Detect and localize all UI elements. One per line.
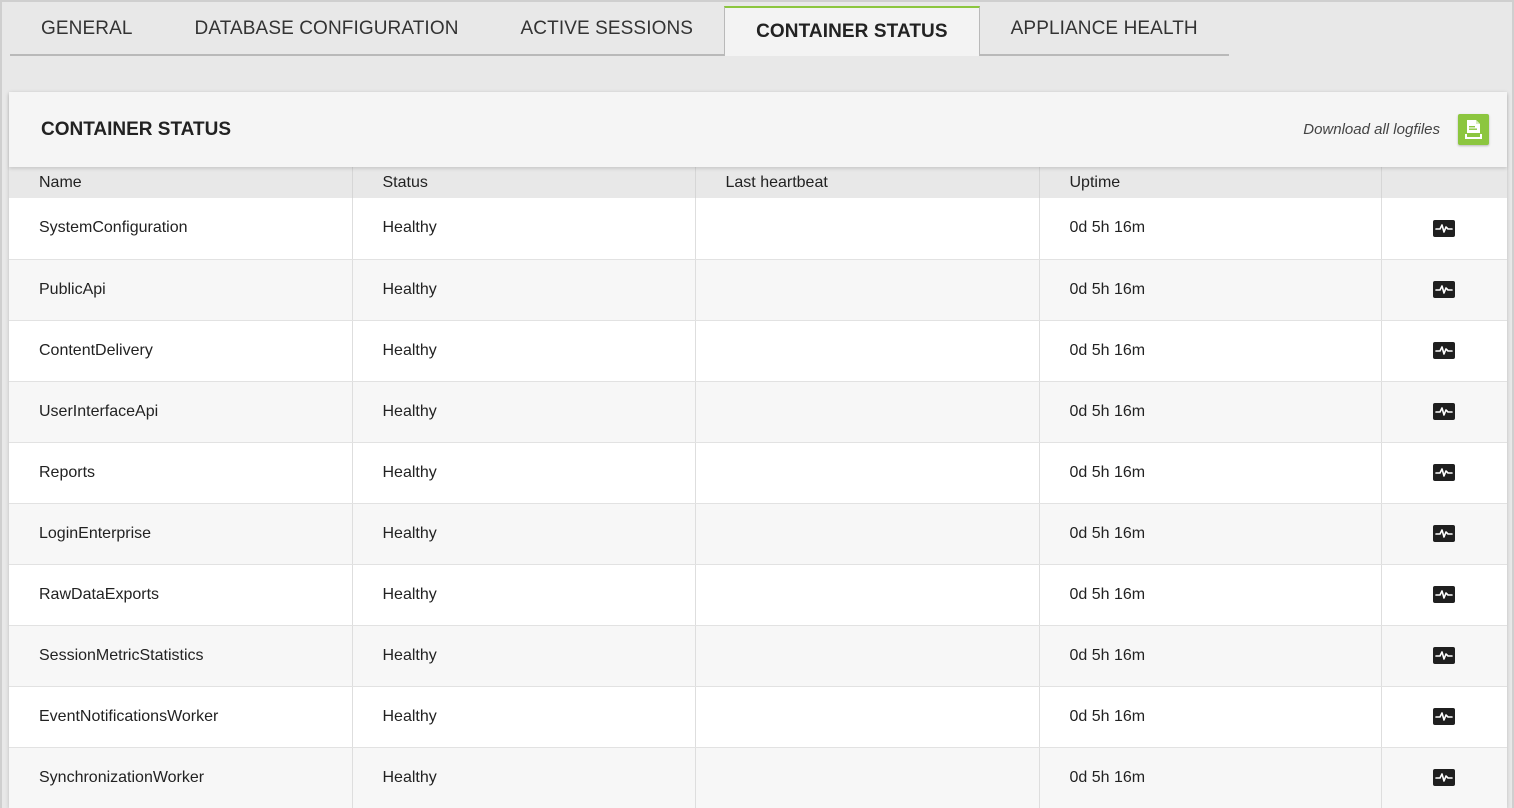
heartbeat-icon[interactable] xyxy=(1433,463,1456,481)
row-actions xyxy=(1381,564,1507,626)
container-status: Healthy xyxy=(352,259,696,321)
container-last-heartbeat xyxy=(695,259,1040,321)
container-name: SystemConfiguration xyxy=(9,198,353,260)
container-last-heartbeat xyxy=(695,381,1040,443)
container-status: Healthy xyxy=(352,503,696,565)
container-uptime: 0d 5h 16m xyxy=(1039,503,1382,565)
heartbeat-icon[interactable] xyxy=(1433,768,1456,786)
heartbeat-icon[interactable] xyxy=(1433,341,1456,359)
container-uptime: 0d 5h 16m xyxy=(1039,320,1382,382)
table-row: Reports Healthy 0d 5h 16m xyxy=(9,442,1507,504)
table-row: UserInterfaceApi Healthy 0d 5h 16m xyxy=(9,381,1507,443)
row-actions xyxy=(1381,625,1507,687)
row-actions xyxy=(1381,198,1507,260)
container-uptime: 0d 5h 16m xyxy=(1039,442,1382,504)
download-file-icon xyxy=(1465,120,1482,139)
container-status: Healthy xyxy=(352,564,696,626)
column-header-name[interactable]: Name xyxy=(9,167,353,198)
container-status: Healthy xyxy=(352,442,696,504)
row-actions xyxy=(1381,259,1507,321)
row-actions xyxy=(1381,686,1507,748)
container-table: Name Status Last heartbeat Uptime System… xyxy=(9,167,1507,808)
container-name: EventNotificationsWorker xyxy=(9,686,353,748)
download-logfiles-button[interactable] xyxy=(1458,114,1489,145)
column-header-actions xyxy=(1381,167,1507,198)
container-last-heartbeat xyxy=(695,320,1040,382)
container-name: UserInterfaceApi xyxy=(9,381,353,443)
container-uptime: 0d 5h 16m xyxy=(1039,564,1382,626)
tab-bar: GENERAL DATABASE CONFIGURATION ACTIVE SE… xyxy=(10,6,1229,56)
row-actions xyxy=(1381,503,1507,565)
container-last-heartbeat xyxy=(695,503,1040,565)
table-row: LoginEnterprise Healthy 0d 5h 16m xyxy=(9,503,1507,565)
heartbeat-icon[interactable] xyxy=(1433,707,1456,725)
column-header-uptime[interactable]: Uptime xyxy=(1039,167,1382,198)
tab-container-status[interactable]: CONTAINER STATUS xyxy=(724,6,980,56)
table-row: EventNotificationsWorker Healthy 0d 5h 1… xyxy=(9,686,1507,748)
heartbeat-icon[interactable] xyxy=(1433,646,1456,664)
container-status: Healthy xyxy=(352,625,696,687)
container-status: Healthy xyxy=(352,747,696,808)
container-status: Healthy xyxy=(352,198,696,260)
container-status: Healthy xyxy=(352,381,696,443)
download-logfiles-link[interactable]: Download all logfiles xyxy=(1303,121,1440,138)
container-last-heartbeat xyxy=(695,747,1040,808)
container-status: Healthy xyxy=(352,686,696,748)
container-last-heartbeat xyxy=(695,198,1040,260)
container-last-heartbeat xyxy=(695,686,1040,748)
download-logfiles: Download all logfiles xyxy=(1303,114,1489,145)
tab-database-configuration[interactable]: DATABASE CONFIGURATION xyxy=(163,6,490,56)
tab-active-sessions[interactable]: ACTIVE SESSIONS xyxy=(489,6,725,56)
container-name: RawDataExports xyxy=(9,564,353,626)
container-last-heartbeat xyxy=(695,625,1040,687)
tab-appliance-health[interactable]: APPLIANCE HEALTH xyxy=(979,6,1229,56)
table-row: SystemConfiguration Healthy 0d 5h 16m xyxy=(9,198,1507,260)
container-name: SynchronizationWorker xyxy=(9,747,353,808)
container-last-heartbeat xyxy=(695,442,1040,504)
container-uptime: 0d 5h 16m xyxy=(1039,259,1382,321)
row-actions xyxy=(1381,442,1507,504)
table-body: SystemConfiguration Healthy 0d 5h 16m Pu… xyxy=(9,198,1507,808)
table-header-row: Name Status Last heartbeat Uptime xyxy=(9,167,1507,198)
column-header-status[interactable]: Status xyxy=(352,167,696,198)
container-uptime: 0d 5h 16m xyxy=(1039,747,1382,808)
table-row: PublicApi Healthy 0d 5h 16m xyxy=(9,259,1507,321)
container-name: PublicApi xyxy=(9,259,353,321)
container-uptime: 0d 5h 16m xyxy=(1039,198,1382,260)
tab-general[interactable]: GENERAL xyxy=(10,6,164,56)
heartbeat-icon[interactable] xyxy=(1433,402,1456,420)
heartbeat-icon[interactable] xyxy=(1433,585,1456,603)
heartbeat-icon[interactable] xyxy=(1433,219,1456,237)
container-name: ContentDelivery xyxy=(9,320,353,382)
table-row: SynchronizationWorker Healthy 0d 5h 16m xyxy=(9,747,1507,808)
heartbeat-icon[interactable] xyxy=(1433,280,1456,298)
column-header-last-heartbeat[interactable]: Last heartbeat xyxy=(695,167,1040,198)
container-name: LoginEnterprise xyxy=(9,503,353,565)
row-actions xyxy=(1381,747,1507,808)
container-uptime: 0d 5h 16m xyxy=(1039,381,1382,443)
table-row: SessionMetricStatistics Healthy 0d 5h 16… xyxy=(9,625,1507,687)
container-name: SessionMetricStatistics xyxy=(9,625,353,687)
container-status: Healthy xyxy=(352,320,696,382)
container-name: Reports xyxy=(9,442,353,504)
heartbeat-icon[interactable] xyxy=(1433,524,1456,542)
container-last-heartbeat xyxy=(695,564,1040,626)
container-uptime: 0d 5h 16m xyxy=(1039,686,1382,748)
table-row: ContentDelivery Healthy 0d 5h 16m xyxy=(9,320,1507,382)
container-status-card: CONTAINER STATUS Download all logfiles N… xyxy=(9,92,1507,808)
container-uptime: 0d 5h 16m xyxy=(1039,625,1382,687)
card-header: CONTAINER STATUS Download all logfiles xyxy=(9,92,1507,167)
row-actions xyxy=(1381,381,1507,443)
card-title: CONTAINER STATUS xyxy=(41,118,231,140)
table-row: RawDataExports Healthy 0d 5h 16m xyxy=(9,564,1507,626)
row-actions xyxy=(1381,320,1507,382)
